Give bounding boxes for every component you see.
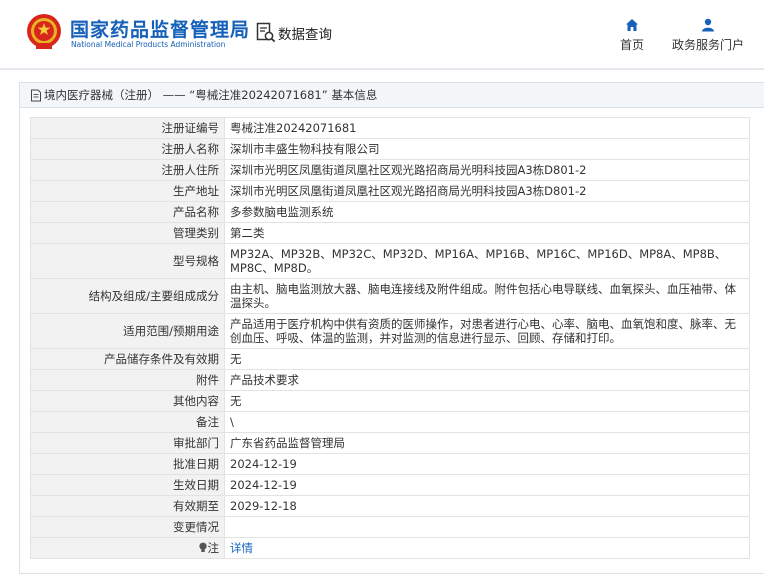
table-row: 附件 产品技术要求	[30, 369, 750, 391]
field-value: 无	[224, 390, 750, 412]
header-divider	[0, 68, 764, 70]
field-label: 管理类别	[30, 222, 225, 244]
field-label: 适用范围/预期用途	[30, 313, 225, 349]
field-value: 深圳市丰盛生物科技有限公司	[224, 138, 750, 160]
registration-info-table: 注册证编号 粤械注准20242071681 注册人名称 深圳市丰盛生物科技有限公…	[30, 117, 750, 559]
table-row: 结构及组成/主要组成成分 由主机、脑电监测放大器、脑电连接线及附件组成。附件包括…	[30, 278, 750, 314]
field-value	[224, 516, 750, 538]
field-value: 广东省药品监督管理局	[224, 432, 750, 454]
field-label: 注册人住所	[30, 159, 225, 181]
nav-home[interactable]: 首页	[620, 18, 644, 53]
table-row: 审批部门 广东省药品监督管理局	[30, 432, 750, 454]
nav-home-label: 首页	[620, 38, 645, 52]
nav-service-portal-label: 政务服务门户	[672, 38, 745, 52]
table-row: 批准日期 2024-12-19	[30, 453, 750, 475]
field-label: 产品储存条件及有效期	[30, 348, 225, 370]
document-icon	[31, 89, 41, 101]
field-label: 结构及组成/主要组成成分	[30, 278, 225, 314]
table-row: 生效日期 2024-12-19	[30, 474, 750, 496]
note-label: 注	[207, 541, 220, 555]
field-label: 其他内容	[30, 390, 225, 412]
lightbulb-icon	[198, 542, 207, 552]
field-value: 无	[224, 348, 750, 370]
national-emblem-icon	[27, 14, 61, 49]
field-value: 第二类	[224, 222, 750, 244]
field-label: 变更情况	[30, 516, 225, 538]
breadcrumb-text: 境内医疗器械（注册） —— “粤械注准20242071681” 基本信息	[44, 88, 378, 102]
document-search-icon	[256, 22, 276, 43]
details-link[interactable]: 详情	[230, 541, 253, 555]
agency-name-cn: 国家药品监督管理局	[70, 19, 251, 41]
breadcrumb: 境内医疗器械（注册） —— “粤械注准20242071681” 基本信息	[20, 83, 764, 108]
field-label: 有效期至	[30, 495, 225, 517]
field-value: 2024-12-19	[224, 474, 750, 496]
nav-service-portal[interactable]: 政务服务门户	[672, 18, 744, 53]
field-value: 产品适用于医疗机构中供有资质的医师操作，对患者进行心电、心率、脑电、血氧饱和度、…	[224, 313, 750, 349]
field-label: 生产地址	[30, 180, 225, 202]
field-value: \	[224, 411, 750, 433]
data-query-link[interactable]: 数据查询	[256, 22, 332, 44]
field-value: 粤械注准20242071681	[224, 117, 750, 139]
table-row: 管理类别 第二类	[30, 222, 750, 244]
home-icon	[626, 19, 638, 31]
field-value: 产品技术要求	[224, 369, 750, 391]
field-value: MP32A、MP32B、MP32C、MP32D、MP16A、MP16B、MP16…	[224, 243, 750, 279]
field-label: 注册人名称	[30, 138, 225, 160]
field-value: 2024-12-19	[224, 453, 750, 475]
table-row: 注册人住所 深圳市光明区凤凰街道凤凰社区观光路招商局光明科技园A3栋D801-2	[30, 159, 750, 181]
table-row: 备注 \	[30, 411, 750, 433]
table-row: 产品名称 多参数脑电监测系统	[30, 201, 750, 223]
table-row: 生产地址 深圳市光明区凤凰街道凤凰社区观光路招商局光明科技园A3栋D801-2	[30, 180, 750, 202]
field-value: 由主机、脑电监测放大器、脑电连接线及附件组成。附件包括心电导联线、血氧探头、血压…	[224, 278, 750, 314]
field-value: 深圳市光明区凤凰街道凤凰社区观光路招商局光明科技园A3栋D801-2	[224, 159, 750, 181]
field-label: 备注	[30, 411, 225, 433]
field-label: 附件	[30, 369, 225, 391]
table-row: 有效期至 2029-12-18	[30, 495, 750, 517]
field-label: 生效日期	[30, 474, 225, 496]
field-label: 型号规格	[30, 243, 225, 279]
field-label: 注册证编号	[30, 117, 225, 139]
field-label: 审批部门	[30, 432, 225, 454]
field-value: 深圳市光明区凤凰街道凤凰社区观光路招商局光明科技园A3栋D801-2	[224, 180, 750, 202]
note-value: 详情	[224, 537, 750, 559]
data-query-label: 数据查询	[278, 27, 332, 43]
table-row: 适用范围/预期用途 产品适用于医疗机构中供有资质的医师操作，对患者进行心电、心率…	[30, 313, 750, 349]
table-row-note: 注 详情	[30, 537, 750, 559]
field-value: 多参数脑电监测系统	[224, 201, 750, 223]
user-icon	[702, 18, 714, 32]
table-row: 其他内容 无	[30, 390, 750, 412]
table-row: 注册证编号 粤械注准20242071681	[30, 117, 750, 139]
field-value: 2029-12-18	[224, 495, 750, 517]
field-label: 批准日期	[30, 453, 225, 475]
field-label: 产品名称	[30, 201, 225, 223]
note-label-cell: 注	[30, 537, 225, 559]
table-row: 注册人名称 深圳市丰盛生物科技有限公司	[30, 138, 750, 160]
table-row: 型号规格 MP32A、MP32B、MP32C、MP32D、MP16A、MP16B…	[30, 243, 750, 279]
agency-name-en: National Medical Products Administration	[71, 40, 226, 49]
detail-panel: 境内医疗器械（注册） —— “粤械注准20242071681” 基本信息 注册证…	[19, 82, 764, 574]
site-header: 国家药品监督管理局 National Medical Products Admi…	[0, 0, 764, 68]
table-row: 产品储存条件及有效期 无	[30, 348, 750, 370]
table-row: 变更情况	[30, 516, 750, 538]
